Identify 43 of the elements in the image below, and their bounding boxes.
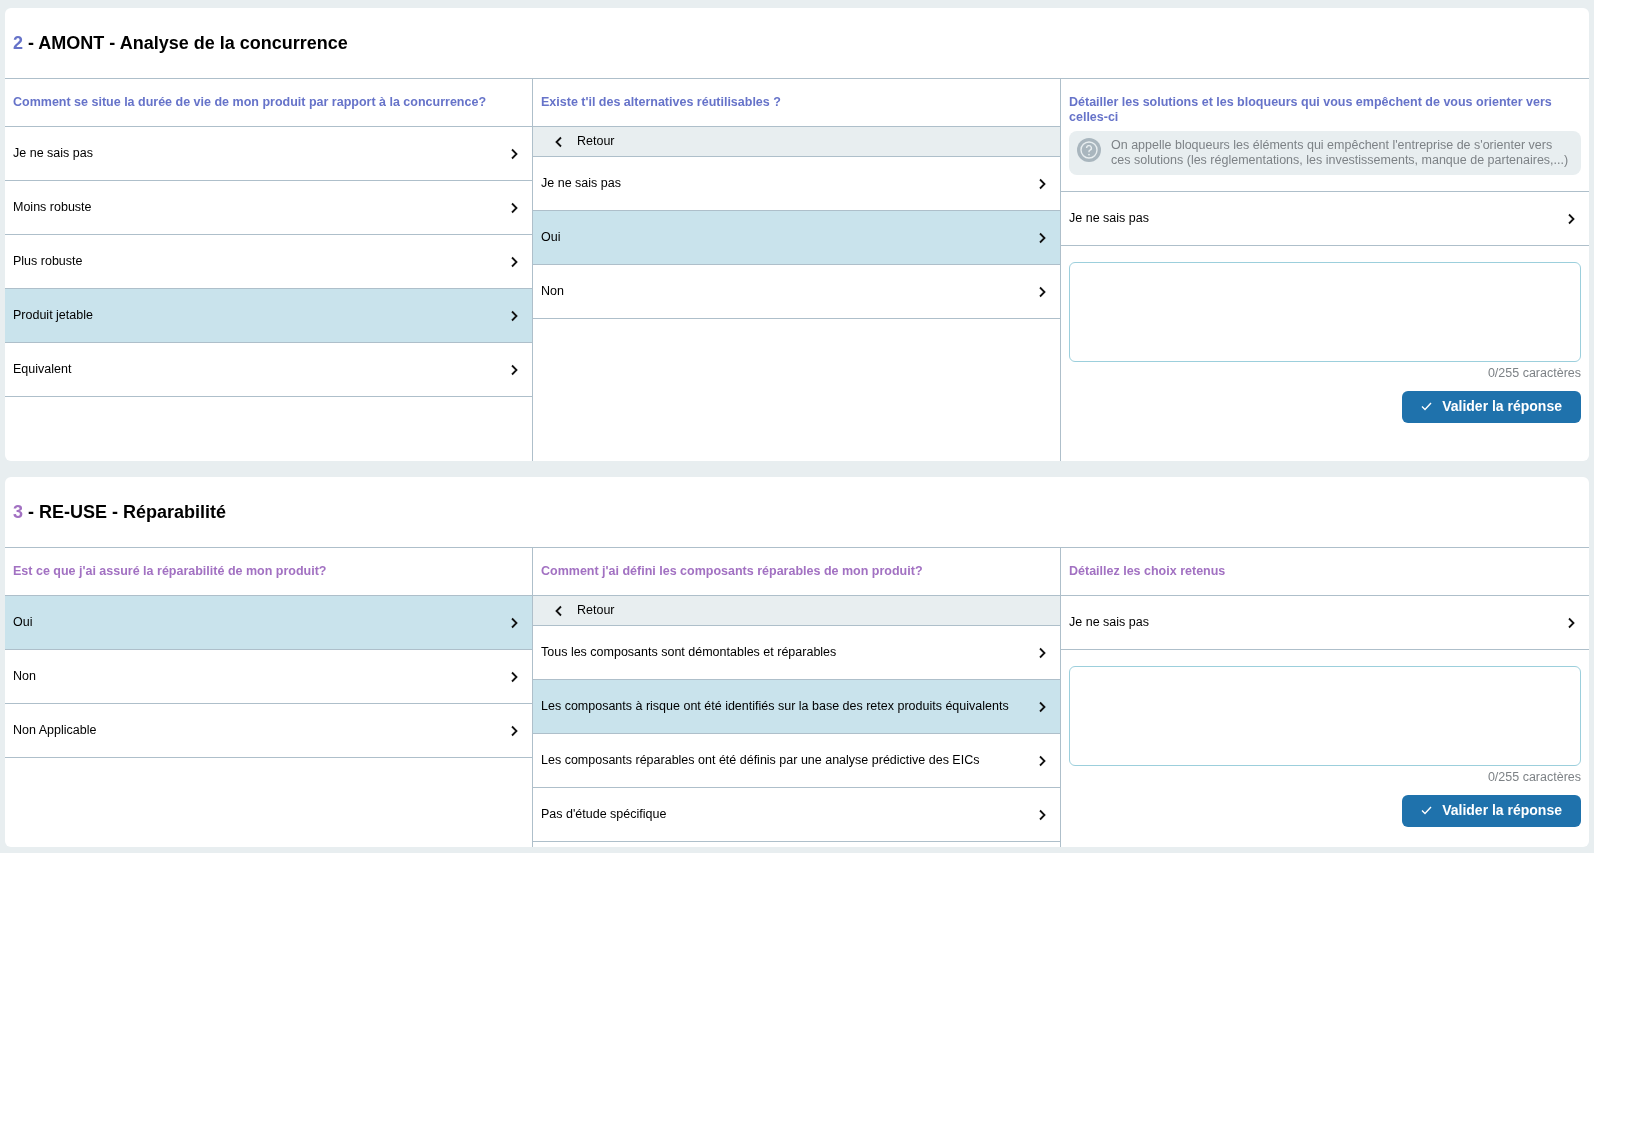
- question-label: Détaillez les choix retenus: [1069, 564, 1227, 579]
- help-icon: [1077, 138, 1101, 162]
- chevron-right-icon: [1038, 177, 1046, 190]
- check-icon: [1421, 806, 1433, 816]
- chevron-right-icon: [1038, 231, 1046, 244]
- chevron-right-icon: [1038, 700, 1046, 713]
- chevron-left-icon: [555, 135, 563, 148]
- question-label: Comment se situe la durée de vie de mon produit par rapport à la concurrence?: [13, 95, 488, 110]
- character-counter: 0/255 caractères: [1487, 769, 1581, 786]
- back-button[interactable]: Retour: [533, 596, 1060, 626]
- chevron-right-icon: [510, 670, 518, 683]
- question-label: Existe t'il des alternatives réutilisables ?: [541, 95, 782, 110]
- chevron-right-icon: [510, 147, 518, 160]
- chevron-right-icon: [1038, 285, 1046, 298]
- option-row[interactable]: Produit jetable: [5, 289, 532, 343]
- back-button[interactable]: Retour: [533, 127, 1060, 157]
- hint-text: On appelle bloqueurs les éléments qui empêchent l'entreprise de s'orienter vers ces solutions (les réglementations, les investissements, manque de partenaires,...): [1111, 138, 1570, 168]
- option-row[interactable]: Oui: [533, 211, 1060, 265]
- option-row[interactable]: Oui: [5, 596, 532, 650]
- chevron-right-icon: [510, 309, 518, 322]
- question-label: Détailler les solutions et les bloqueurs qui vous empêchent de vous orienter vers celles-ci: [1069, 95, 1553, 125]
- check-icon: [1421, 402, 1433, 412]
- chevron-right-icon: [510, 255, 518, 268]
- section-title: 2 - AMONT - Analyse de la concurrence: [13, 31, 348, 55]
- validate-button[interactable]: Valider la réponse: [1402, 794, 1581, 827]
- chevron-right-icon: [1038, 754, 1046, 767]
- character-counter: 0/255 caractères: [1487, 365, 1581, 382]
- chevron-right-icon: [1038, 646, 1046, 659]
- section-title: 3 - RE-USE - Réparabilité: [13, 500, 227, 524]
- comment-field[interactable]: [1069, 262, 1581, 362]
- chevron-right-icon: [510, 724, 518, 737]
- chevron-right-icon: [510, 201, 518, 214]
- chevron-right-icon: [1038, 808, 1046, 821]
- chevron-left-icon: [555, 604, 563, 617]
- validate-button[interactable]: Valider la réponse: [1402, 390, 1581, 423]
- chevron-right-icon: [1567, 212, 1575, 225]
- question-label: Est ce que j'ai assuré la réparabilité de mon produit?: [13, 564, 328, 579]
- comment-field[interactable]: [1069, 666, 1581, 766]
- chevron-right-icon: [510, 616, 518, 629]
- question-label: Comment j'ai défini les composants réparables de mon produit?: [541, 564, 924, 579]
- chevron-right-icon: [1567, 616, 1575, 629]
- chevron-right-icon: [510, 363, 518, 376]
- option-row[interactable]: Les composants à risque ont été identifiés sur la base des retex produits équivalents: [533, 680, 1060, 734]
